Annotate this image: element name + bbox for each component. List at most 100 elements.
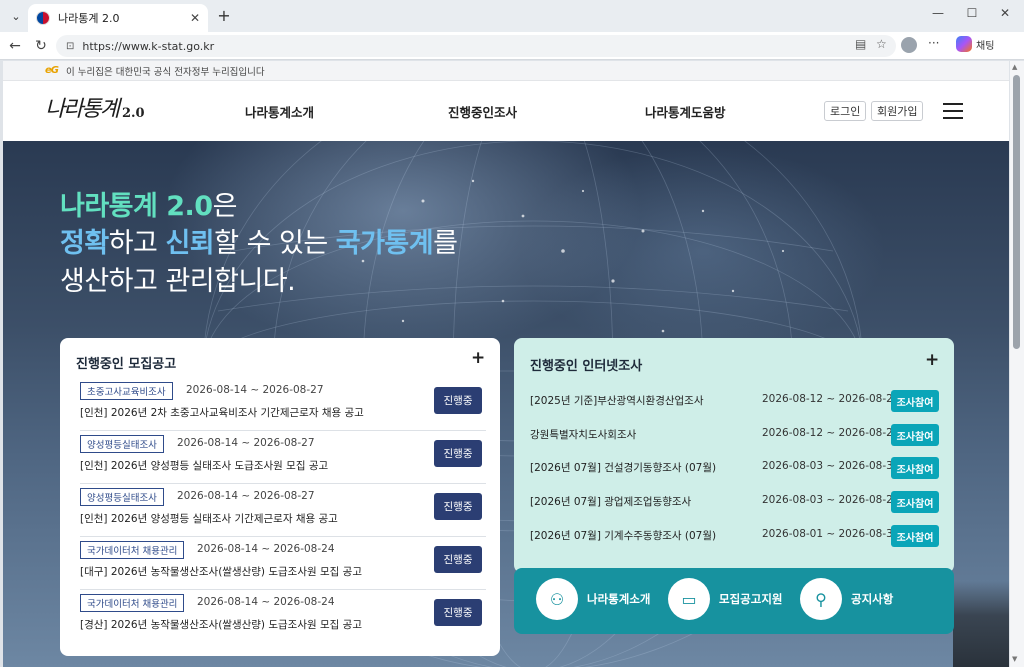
notice-status-button[interactable]: 진행중 <box>434 493 482 520</box>
notice-category: 국가데이터처 채용관리 <box>80 541 185 559</box>
copilot-label: 채팅 <box>976 40 995 52</box>
reader-view-icon[interactable]: ▤ <box>855 37 866 51</box>
survey-date: 2026-08-01 ~ 2026-08-31 <box>762 528 900 540</box>
logo-version: 2.0 <box>121 106 145 121</box>
scroll-up-arrow-icon[interactable]: ▲ <box>1012 63 1017 71</box>
hero-line2-f: 를 <box>433 228 458 259</box>
internet-surveys-card: 진행중인 인터넷조사 + [2025년 기준]부산광역시환경산업조사 2026-… <box>514 338 954 573</box>
nav-about[interactable]: 나라통계소개 <box>245 102 314 121</box>
notice-category: 양성평등실태조사 <box>80 488 164 506</box>
survey-join-button[interactable]: 조사참여 <box>891 525 939 547</box>
notice-item[interactable]: 국가데이터처 채용관리 2026-08-14 ~ 2026-08-24 [대구]… <box>80 537 486 590</box>
notice-status-button[interactable]: 진행중 <box>434 599 482 626</box>
notice-category: 국가데이터처 채용관리 <box>80 594 185 612</box>
nav-ongoing-surveys[interactable]: 진행중인조사 <box>448 102 517 121</box>
notice-status-button[interactable]: 진행중 <box>434 440 482 467</box>
tab-list-chevron-icon[interactable]: ⌄ <box>6 6 26 26</box>
notice-item[interactable]: 양성평등실태조사 2026-08-14 ~ 2026-08-27 [인천] 20… <box>80 431 486 484</box>
survey-name: [2026년 07월] 기계수주동향조사 (07월) <box>530 530 717 542</box>
survey-item[interactable]: [2026년 07월] 기계수주동향조사 (07월) 2026-08-01 ~ … <box>530 525 940 547</box>
quick-link-label: 모집공고지원 <box>719 592 783 606</box>
survey-join-button[interactable]: 조사참여 <box>891 457 939 479</box>
maximize-icon[interactable]: ☐ <box>962 6 982 20</box>
notice-title: [인천] 2026년 양성평등 실태조사 도급조사원 모집 공고 <box>80 460 329 472</box>
survey-date: 2026-08-03 ~ 2026-08-31 <box>762 460 900 472</box>
url-field[interactable]: ⊡ https://www.k-stat.go.kr <box>56 35 896 57</box>
more-menu-icon[interactable]: ··· <box>928 36 939 50</box>
survey-join-button[interactable]: 조사참여 <box>891 390 939 412</box>
surveys-more-plus-icon[interactable]: + <box>925 350 939 370</box>
survey-name: 강원특별자치도사회조사 <box>530 429 637 441</box>
notice-status-button[interactable]: 진행중 <box>434 546 482 573</box>
nav-help[interactable]: 나라통계도움방 <box>645 102 726 121</box>
quick-link-label: 나라통계소개 <box>587 592 651 606</box>
address-bar: ← ↻ ⊡ https://www.k-stat.go.kr ▤ ☆ <box>0 32 1024 60</box>
scroll-down-arrow-icon[interactable]: ▼ <box>1012 655 1017 663</box>
survey-join-button[interactable]: 조사참여 <box>891 491 939 513</box>
survey-item[interactable]: [2026년 07월] 건설경기동향조사 (07월) 2026-08-03 ~ … <box>530 457 940 479</box>
signup-button[interactable]: 회원가입 <box>871 101 924 121</box>
site-logo[interactable]: 나라통계 2.0 <box>45 91 145 123</box>
site-header: 나라통계 2.0 나라통계소개 진행중인조사 나라통계도움방 로그인 회원가입 <box>3 81 1009 141</box>
notice-category: 초중고사교육비조사 <box>80 382 173 400</box>
survey-item[interactable]: [2026년 07월] 광업제조업동향조사 2026-08-03 ~ 2026-… <box>530 491 940 513</box>
refresh-icon[interactable]: ↻ <box>32 37 50 55</box>
hero-headline-line3: 생산하고 관리합니다. <box>60 266 296 297</box>
survey-name: [2025년 기준]부산광역시환경산업조사 <box>530 395 704 407</box>
egov-logo: eG <box>45 65 59 76</box>
survey-date: 2026-08-03 ~ 2026-08-21 <box>762 494 900 506</box>
new-tab-plus-icon[interactable]: + <box>214 5 234 25</box>
back-arrow-icon[interactable]: ← <box>6 37 24 55</box>
notice-item[interactable]: 국가데이터처 채용관리 2026-08-14 ~ 2026-08-24 [경산]… <box>80 590 486 643</box>
quick-link-recruitment[interactable]: ▭ 모집공고지원 <box>668 578 782 620</box>
tab-close-icon[interactable]: ✕ <box>190 11 200 25</box>
notice-title: [경산] 2026년 농작물생산조사(쌀생산량) 도급조사원 모집 공고 <box>80 619 362 631</box>
hero-line2-d: 할 수 있는 <box>214 228 336 259</box>
hero-line2-b: 하고 <box>108 228 166 259</box>
survey-join-button[interactable]: 조사참여 <box>891 424 939 446</box>
login-button[interactable]: 로그인 <box>824 101 867 121</box>
id-badge-icon: ▭ <box>668 578 710 620</box>
hero-headline-line2: 정확하고 신뢰할 수 있는 국가통계를 <box>60 221 458 260</box>
profile-avatar[interactable] <box>901 37 917 53</box>
browser-tab-bar: ⌄ 나라통계 2.0 ✕ + — ☐ ✕ <box>0 0 1024 32</box>
tab-title: 나라통계 2.0 <box>58 12 120 25</box>
survey-item[interactable]: [2025년 기준]부산광역시환경산업조사 2026-08-12 ~ 2026-… <box>530 390 940 412</box>
taegeuk-favicon-icon <box>36 11 50 25</box>
hero-brand: 나라통계 2.0 <box>60 191 213 222</box>
notices-title: 진행중인 모집공고 <box>76 357 177 372</box>
site-info-icon[interactable]: ⊡ <box>66 41 74 52</box>
notice-item[interactable]: 초중고사교육비조사 2026-08-14 ~ 2026-08-27 [인천] 2… <box>80 378 486 431</box>
minimize-icon[interactable]: — <box>928 6 948 20</box>
people-icon: ⚇ <box>536 578 578 620</box>
quick-link-notices[interactable]: ⚲ 공지사항 <box>800 578 893 620</box>
browser-tab[interactable]: 나라통계 2.0 ✕ <box>28 4 208 32</box>
notice-title: [인천] 2026년 2차 초중고사교육비조사 기간제근로자 채용 공고 <box>80 407 364 419</box>
hero-accurate: 정확 <box>60 228 109 259</box>
window-close-icon[interactable]: ✕ <box>995 6 1015 20</box>
survey-item[interactable]: 강원특별자치도사회조사 2026-08-12 ~ 2026-08-29 조사참여 <box>530 424 940 446</box>
hero-trust: 신뢰 <box>165 228 215 259</box>
notice-status-button[interactable]: 진행중 <box>434 387 482 414</box>
recruitment-notices-card: 진행중인 모집공고 + 초중고사교육비조사 2026-08-14 ~ 2026-… <box>60 338 500 656</box>
notice-title: [대구] 2026년 농작물생산조사(쌀생산량) 도급조사원 모집 공고 <box>80 566 362 578</box>
gov-official-banner: eG 이 누리집은 대한민국 공식 전자정부 누리집입니다 <box>3 61 1009 81</box>
notices-more-plus-icon[interactable]: + <box>471 348 485 368</box>
hero-line1-suffix: 은 <box>212 191 238 222</box>
quick-link-about[interactable]: ⚇ 나라통계소개 <box>536 578 650 620</box>
page-scrollbar[interactable]: ▲ ▼ <box>1010 61 1024 667</box>
copilot-icon <box>956 36 972 52</box>
notice-date: 2026-08-14 ~ 2026-08-27 <box>177 437 315 449</box>
scroll-thumb[interactable] <box>1013 75 1020 349</box>
hamburger-menu-icon[interactable] <box>943 103 963 119</box>
survey-date: 2026-08-12 ~ 2026-08-29 <box>762 427 900 439</box>
copilot-chat-button[interactable]: 채팅 <box>956 36 994 52</box>
survey-name: [2026년 07월] 광업제조업동향조사 <box>530 496 692 508</box>
survey-date: 2026-08-12 ~ 2026-08-26 <box>762 393 900 405</box>
favorite-star-icon[interactable]: ☆ <box>876 37 887 51</box>
logo-calligraphy: 나라통계 <box>45 97 120 122</box>
quick-links-bar: ⚇ 나라통계소개 ▭ 모집공고지원 ⚲ 공지사항 <box>514 568 954 634</box>
notice-date: 2026-08-14 ~ 2026-08-27 <box>177 490 315 502</box>
notice-item[interactable]: 양성평등실태조사 2026-08-14 ~ 2026-08-27 [인천] 20… <box>80 484 486 537</box>
quick-link-label: 공지사항 <box>851 592 894 606</box>
